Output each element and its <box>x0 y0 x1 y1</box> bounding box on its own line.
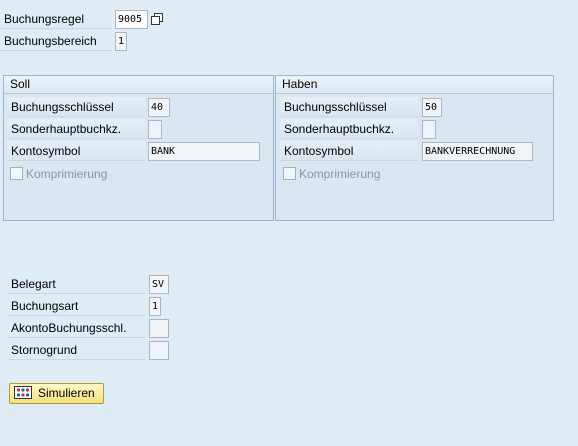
haben-compress-label: Komprimierung <box>299 167 381 181</box>
reversal-reason-field[interactable] <box>149 341 169 360</box>
soll-compress-checkbox[interactable]: Komprimierung <box>10 166 107 182</box>
posting-rule-label: Buchungsregel <box>0 9 112 29</box>
soll-posting-key-field[interactable]: 40 <box>148 98 170 117</box>
reversal-reason-label: Stornogrund <box>7 340 145 360</box>
akonto-posting-key-label: AkontoBuchungsschl. <box>7 318 145 338</box>
posting-rule-field[interactable]: 9005 <box>115 10 148 29</box>
haben-account-symbol-label: Kontosymbol <box>280 141 418 161</box>
soll-posting-key-label: Buchungsschlüssel <box>7 97 145 117</box>
soll-special-gl-label: Sonderhauptbuchkz. <box>7 119 145 139</box>
document-type-label: Belegart <box>7 274 145 294</box>
haben-special-gl-field[interactable] <box>422 120 436 139</box>
copy-icon[interactable] <box>151 13 163 25</box>
haben-group-title: Haben <box>276 76 553 94</box>
posting-type-field[interactable]: 1 <box>149 297 161 316</box>
posting-type-label: Buchungsart <box>7 296 145 316</box>
haben-posting-key-label: Buchungsschlüssel <box>280 97 418 117</box>
checkbox-icon <box>10 167 23 180</box>
posting-rule-screen: Buchungsregel 9005 Buchungsbereich 1 Sol… <box>0 0 578 446</box>
soll-special-gl-field[interactable] <box>148 120 162 139</box>
soll-group-title: Soll <box>4 76 273 94</box>
document-type-field[interactable]: SV <box>149 275 169 294</box>
haben-posting-key-field[interactable]: 50 <box>422 98 442 117</box>
posting-area-field[interactable]: 1 <box>115 32 127 51</box>
akonto-posting-key-field[interactable] <box>149 319 169 338</box>
posting-area-label: Buchungsbereich <box>0 31 112 51</box>
soll-account-symbol-label: Kontosymbol <box>7 141 145 161</box>
haben-account-symbol-field[interactable]: BANKVERRECHNUNG <box>422 142 533 161</box>
simulate-button-label: Simulieren <box>38 386 95 400</box>
soll-compress-label: Komprimierung <box>26 167 108 181</box>
checkbox-icon <box>283 167 296 180</box>
simulate-icon <box>14 386 32 399</box>
simulate-button[interactable]: Simulieren <box>9 383 104 404</box>
soll-account-symbol-field[interactable]: BANK <box>148 142 260 161</box>
haben-special-gl-label: Sonderhauptbuchkz. <box>280 119 418 139</box>
haben-compress-checkbox[interactable]: Komprimierung <box>283 166 380 182</box>
